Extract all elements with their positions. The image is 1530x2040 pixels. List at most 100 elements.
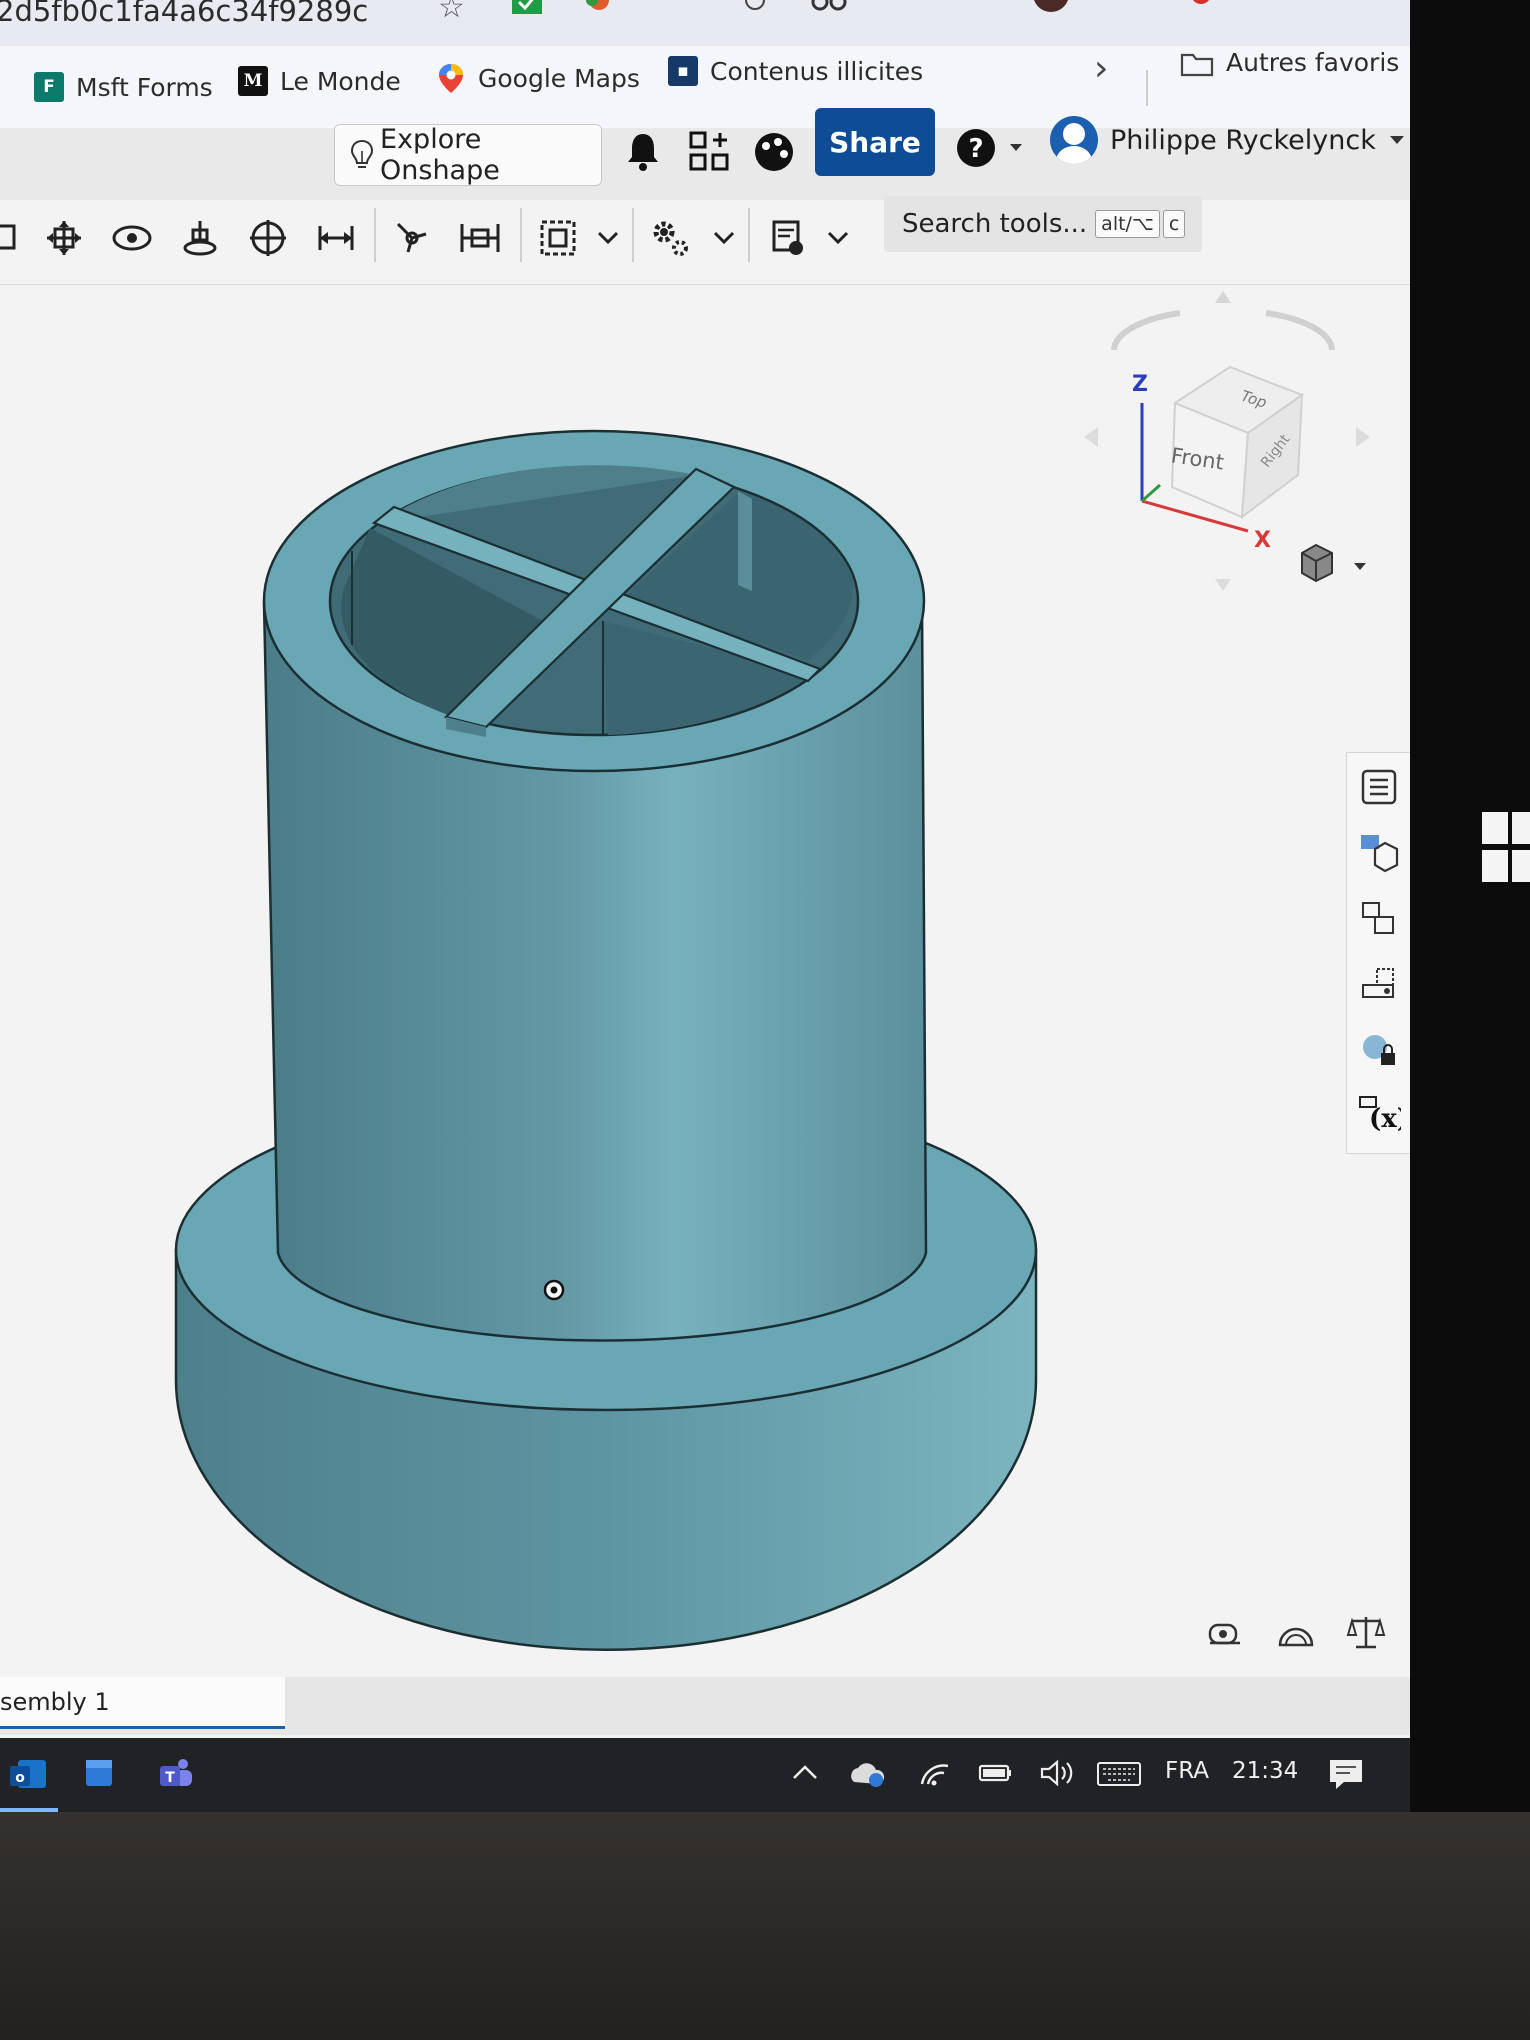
explore-onshape-button[interactable]: Explore Onshape <box>334 124 602 186</box>
learning-center-icon[interactable] <box>752 130 796 174</box>
volume-icon[interactable] <box>1038 1758 1078 1788</box>
chevron-right-icon[interactable]: › <box>1094 48 1108 89</box>
teams-icon[interactable]: T <box>156 1754 196 1794</box>
app-icon[interactable] <box>82 1756 122 1792</box>
bookmark-msft-forms[interactable]: F Msft Forms <box>34 72 213 102</box>
shortcut-key: c <box>1162 210 1186 238</box>
y-axis <box>1141 483 1161 503</box>
bookmark-star-icon[interactable]: ☆ <box>438 0 465 25</box>
svg-text:o: o <box>15 1770 25 1786</box>
bookmark-label: Google Maps <box>478 63 640 93</box>
extension-icon[interactable] <box>584 0 614 16</box>
avatar <box>1050 116 1098 164</box>
tab-assembly[interactable]: sembly 1 <box>0 1677 285 1729</box>
tape-measure-icon[interactable] <box>1206 1615 1246 1651</box>
arrow-right-icon[interactable] <box>1356 427 1370 447</box>
notifications-icon[interactable] <box>1326 1756 1366 1792</box>
slider-mate-icon[interactable] <box>176 214 224 262</box>
arrow-up-icon[interactable] <box>1215 291 1231 303</box>
extension-glasses-icon[interactable] <box>810 0 850 16</box>
chevron-down-icon[interactable] <box>584 214 632 262</box>
help-icon[interactable]: ? <box>956 126 1022 170</box>
language-indicator[interactable]: FRA <box>1165 1758 1209 1784</box>
right-panel: (x) <box>1346 752 1410 1154</box>
svg-text:(x): (x) <box>1369 1104 1401 1133</box>
cylindrical-mate-icon[interactable] <box>244 214 292 262</box>
scale-icon[interactable] <box>1346 1613 1386 1651</box>
rotate-arrow-icon[interactable] <box>1111 310 1181 351</box>
divider <box>1146 70 1148 106</box>
site-icon: ▪ <box>668 56 698 86</box>
svg-text:T: T <box>165 1770 175 1786</box>
svg-text:?: ? <box>968 134 983 164</box>
forms-icon: F <box>34 72 64 102</box>
release-package-icon[interactable] <box>764 214 812 262</box>
bookmark-google-maps[interactable]: Google Maps <box>436 62 640 94</box>
lightbulb-icon <box>350 139 374 168</box>
chevron-up-icon[interactable] <box>790 1760 820 1784</box>
wifi-icon[interactable] <box>918 1758 952 1788</box>
share-button[interactable]: Share <box>815 108 935 176</box>
profile-icon[interactable] <box>1028 0 1074 14</box>
planar-mate-icon[interactable] <box>312 214 360 262</box>
other-bookmarks-folder[interactable]: Autres favoris <box>1180 48 1399 77</box>
folder-icon <box>1180 53 1214 76</box>
other-bookmarks-label: Autres favoris <box>1226 48 1400 77</box>
x-axis-label: X <box>1254 528 1271 553</box>
arrow-left-icon[interactable] <box>1084 427 1098 447</box>
measure-distance-icon[interactable] <box>456 214 504 262</box>
divider <box>748 208 750 262</box>
divider <box>374 208 376 262</box>
user-menu[interactable]: Philippe Ryckelynck <box>1050 116 1406 164</box>
monitor-bezel <box>1410 0 1530 1812</box>
screen: 2d5fb0c1fa4a6c34f9289c ☆ F Msft Forms M … <box>0 0 1410 1812</box>
insert-parts-icon[interactable] <box>1357 897 1401 941</box>
shortcut-key: alt/⌥ <box>1095 210 1160 238</box>
graphics-area[interactable]: Top Front Right Z X <box>0 285 1410 1677</box>
user-name: Philippe Ryckelynck <box>1110 124 1376 156</box>
divider <box>632 208 634 262</box>
mate-connector-icon[interactable] <box>388 214 436 262</box>
protractor-icon[interactable] <box>1276 1615 1316 1651</box>
search-placeholder: Search tools... <box>902 209 1088 239</box>
group-icon[interactable] <box>534 214 582 262</box>
gear-icon[interactable] <box>646 214 694 262</box>
url-text[interactable]: 2d5fb0c1fa4a6c34f9289c <box>0 0 368 28</box>
insert-tool-icon[interactable] <box>0 214 28 262</box>
bill-of-materials-icon[interactable] <box>1357 963 1401 1007</box>
le-monde-icon: M <box>238 66 268 96</box>
onedrive-sync-icon[interactable] <box>848 1758 888 1788</box>
bookmark-le-monde[interactable]: M Le Monde <box>238 66 401 96</box>
view-cube[interactable]: Top Front Right Z X <box>1070 285 1390 625</box>
bell-icon[interactable] <box>624 130 662 174</box>
bookmark-label: Msft Forms <box>76 72 213 102</box>
maps-pin-icon <box>439 64 463 93</box>
windows-logo-icon <box>1482 812 1530 882</box>
variable-table-icon[interactable]: (x) <box>1357 1091 1401 1135</box>
extension-check-icon[interactable] <box>510 0 546 18</box>
explore-label: Explore Onshape <box>380 124 500 186</box>
appearance-icon[interactable] <box>1357 831 1401 875</box>
outlook-icon[interactable]: o <box>8 1756 48 1792</box>
menu-icon[interactable] <box>1186 0 1216 12</box>
rotate-arrow-icon[interactable] <box>1265 310 1335 351</box>
chevron-down-icon[interactable] <box>700 214 748 262</box>
z-axis-label: Z <box>1132 372 1148 397</box>
bookmark-label: Contenus illicites <box>710 56 924 86</box>
chevron-down-icon[interactable] <box>814 214 862 262</box>
extension-puzzle-icon[interactable] <box>740 0 770 16</box>
windows-taskbar: o T FRA 21:34 <box>0 1738 1410 1812</box>
address-bar[interactable]: 2d5fb0c1fa4a6c34f9289c ☆ <box>0 0 1410 46</box>
keyboard-icon[interactable] <box>1096 1760 1142 1788</box>
arrow-down-icon[interactable] <box>1215 579 1231 591</box>
bookmark-contenus-illicites[interactable]: ▪ Contenus illicites <box>668 56 923 86</box>
configuration-lock-icon[interactable] <box>1357 1029 1401 1073</box>
battery-icon[interactable] <box>976 1760 1016 1786</box>
revolute-mate-icon[interactable] <box>108 214 156 262</box>
search-tools-field[interactable]: Search tools... alt/⌥ c <box>884 196 1202 252</box>
clock[interactable]: 21:34 <box>1232 1758 1298 1784</box>
fastened-mate-icon[interactable] <box>40 214 88 262</box>
app-store-icon[interactable] <box>688 130 732 174</box>
chevron-down-icon[interactable] <box>1354 563 1366 570</box>
properties-icon[interactable] <box>1357 765 1401 809</box>
